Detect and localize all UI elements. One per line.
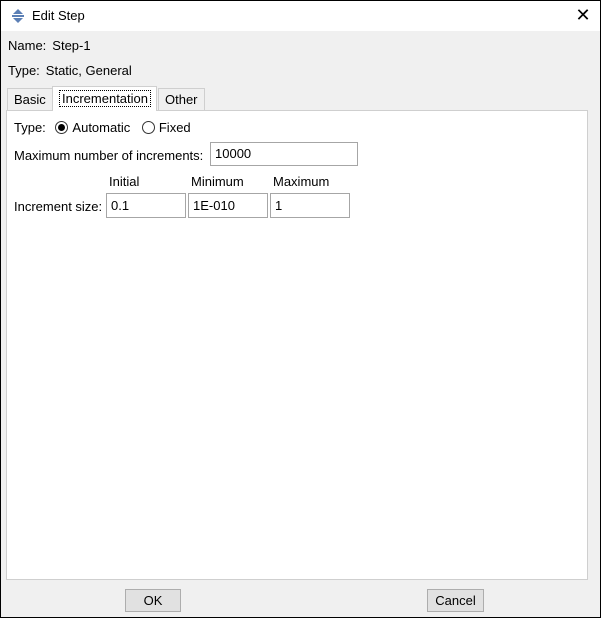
close-icon[interactable]: ✕ xyxy=(572,4,594,26)
tab-other-label: Other xyxy=(165,92,198,107)
tab-basic-label: Basic xyxy=(14,92,46,107)
name-label: Name: xyxy=(8,38,47,53)
type-label: Type: xyxy=(8,63,40,78)
title-bar: Edit Step ✕ xyxy=(1,1,600,31)
increment-minimum-input[interactable]: 1E-010 xyxy=(188,193,268,218)
edit-step-dialog: Edit Step ✕ Name: Step-1 Type: Static, Gen… xyxy=(0,0,601,618)
max-increments-label: Maximum number of increments: xyxy=(14,148,204,163)
step-name-row: Name: Step-1 xyxy=(8,38,91,53)
increment-initial-input[interactable]: 0.1 xyxy=(106,193,186,218)
fixed-radio[interactable] xyxy=(141,121,155,134)
tab-other[interactable]: Other xyxy=(158,88,205,110)
abaqus-step-icon xyxy=(10,8,26,24)
automatic-label: Automatic xyxy=(72,120,131,135)
dialog-footer: OK Cancel xyxy=(1,579,600,617)
column-header-minimum: Minimum xyxy=(191,174,244,189)
increment-maximum-input[interactable]: 1 xyxy=(270,193,350,218)
automatic-radio[interactable] xyxy=(55,121,69,134)
fixed-option[interactable]: Fixed xyxy=(141,120,191,135)
name-value: Step-1 xyxy=(52,38,91,53)
max-increments-input[interactable]: 10000 xyxy=(210,142,358,166)
cancel-button[interactable]: Cancel xyxy=(427,589,484,612)
fixed-label: Fixed xyxy=(158,120,191,135)
increment-type-row: Type: Automatic Fixed xyxy=(14,120,191,135)
type-value: Static, General xyxy=(45,63,132,78)
increment-type-label: Type: xyxy=(14,120,46,135)
column-header-initial: Initial xyxy=(109,174,140,189)
increment-size-label: Increment size: xyxy=(14,199,103,214)
tab-basic[interactable]: Basic xyxy=(7,88,53,110)
incrementation-panel: Type: Automatic Fixed Maximum number of … xyxy=(6,110,588,580)
ok-button[interactable]: OK xyxy=(125,589,181,612)
tab-incrementation-label: Incrementation xyxy=(59,90,151,107)
column-header-maximum: Maximum xyxy=(273,174,330,189)
tab-incrementation[interactable]: Incrementation xyxy=(52,86,157,111)
automatic-option[interactable]: Automatic xyxy=(55,120,133,135)
step-type-row: Type: Static, General xyxy=(8,63,132,78)
window-title: Edit Step xyxy=(32,8,85,23)
